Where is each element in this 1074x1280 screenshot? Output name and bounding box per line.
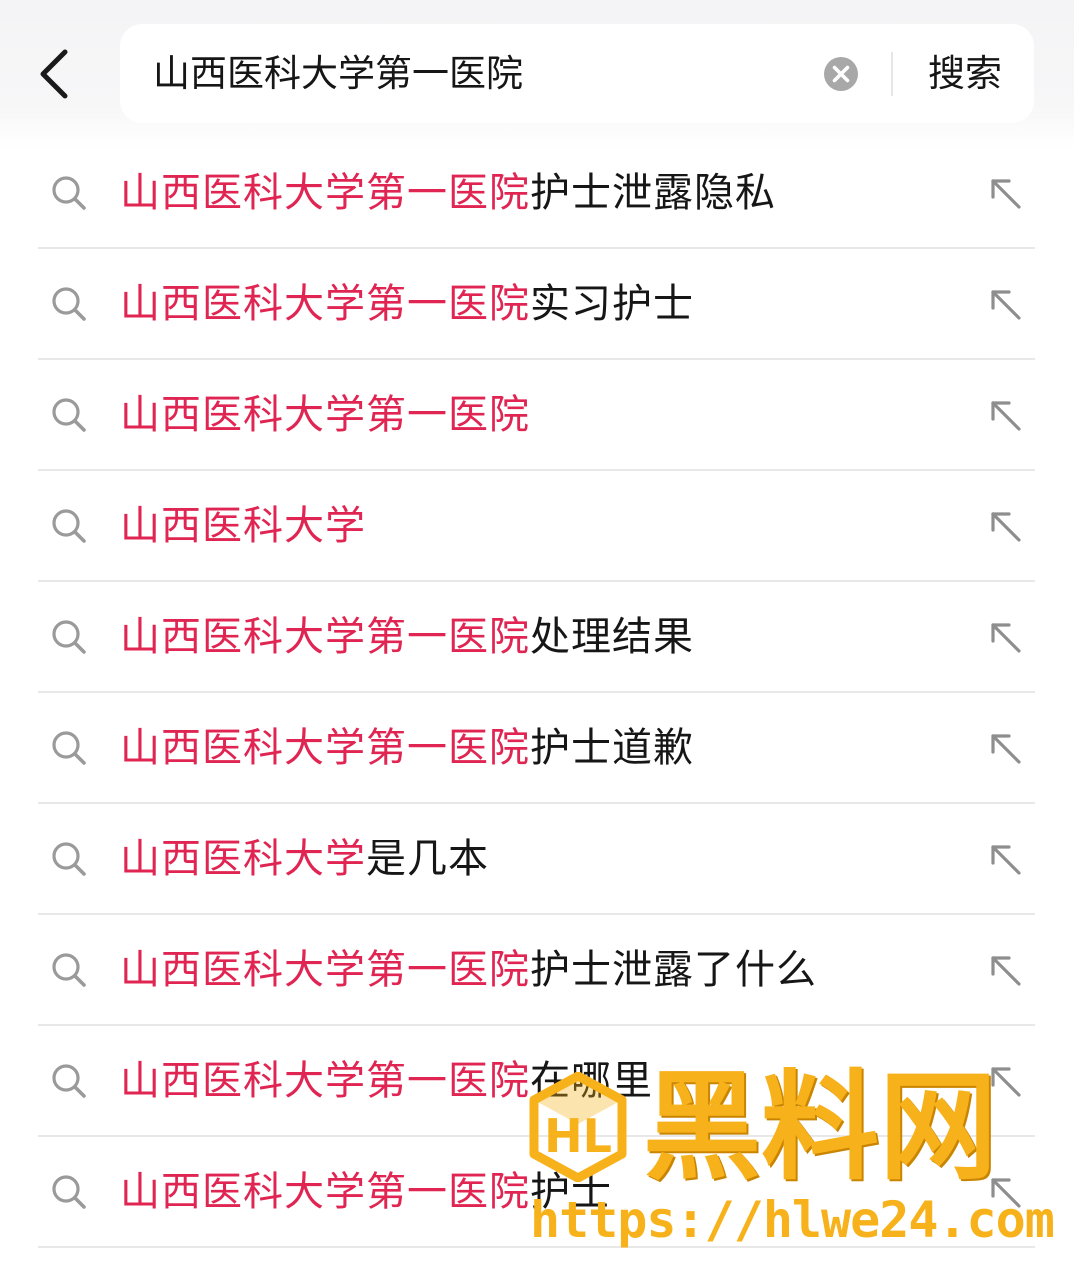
search-icon — [52, 176, 86, 210]
suggestion-highlight: 山西医科大学 — [120, 503, 366, 549]
arrow-up-left-icon[interactable] — [985, 839, 1025, 879]
search-header: 山西医科大学第一医院 搜索 — [0, 0, 1074, 150]
suggestion-highlight: 山西医科大学第一医院 — [120, 1058, 530, 1104]
arrow-up-left-icon[interactable] — [985, 950, 1025, 990]
arrow-up-left-icon[interactable] — [985, 1061, 1025, 1101]
suggestion-rest: 护士 — [530, 1169, 612, 1215]
suggestion-list: 山西医科大学第一医院护士泄露隐私 山西医科大学第一医院实习护士 山西医科大学第一… — [0, 138, 1074, 1248]
arrow-up-left-icon[interactable] — [985, 173, 1025, 213]
search-icon — [52, 620, 86, 654]
suggestion-highlight: 山西医科大学第一医院 — [120, 725, 530, 771]
suggestion-highlight: 山西医科大学第一医院 — [120, 614, 530, 660]
suggestion-text: 山西医科大学第一医院护士 — [120, 1137, 960, 1247]
suggestion-text: 山西医科大学第一医院实习护士 — [120, 249, 960, 359]
suggestion-rest: 护士道歉 — [530, 725, 694, 771]
suggestion-item[interactable]: 山西医科大学第一医院护士泄露了什么 — [0, 915, 1074, 1026]
suggestion-text: 山西医科大学是几本 — [120, 804, 960, 914]
arrow-up-left-icon[interactable] — [985, 395, 1025, 435]
suggestion-rest: 处理结果 — [530, 614, 694, 660]
search-divider — [891, 52, 893, 96]
suggestion-highlight: 山西医科大学 — [120, 836, 366, 882]
suggestion-highlight: 山西医科大学第一医院 — [120, 392, 530, 438]
suggestion-item[interactable]: 山西医科大学 — [0, 471, 1074, 582]
suggestion-item[interactable]: 山西医科大学第一医院在哪里 — [0, 1026, 1074, 1137]
search-icon — [52, 842, 86, 876]
suggestion-rest: 是几本 — [366, 836, 489, 882]
suggestion-item[interactable]: 山西医科大学是几本 — [0, 804, 1074, 915]
suggestion-item[interactable]: 山西医科大学第一医院护士 — [0, 1137, 1074, 1248]
search-icon — [52, 398, 86, 432]
suggestion-item[interactable]: 山西医科大学第一医院护士泄露隐私 — [0, 138, 1074, 249]
back-button[interactable] — [20, 36, 90, 112]
arrow-up-left-icon[interactable] — [985, 617, 1025, 657]
suggestion-text: 山西医科大学第一医院在哪里 — [120, 1026, 960, 1136]
search-icon — [52, 509, 86, 543]
search-icon — [52, 287, 86, 321]
arrow-up-left-icon[interactable] — [985, 1172, 1025, 1212]
arrow-up-left-icon[interactable] — [985, 728, 1025, 768]
suggestion-item[interactable]: 山西医科大学第一医院护士道歉 — [0, 693, 1074, 804]
suggestion-text: 山西医科大学 — [120, 471, 960, 581]
clear-button[interactable] — [823, 56, 859, 92]
suggestion-item[interactable]: 山西医科大学第一医院处理结果 — [0, 582, 1074, 693]
search-button[interactable]: 搜索 — [920, 24, 1010, 123]
suggestion-rest: 护士泄露了什么 — [530, 947, 817, 993]
suggestion-highlight: 山西医科大学第一医院 — [120, 1169, 530, 1215]
suggestion-rest: 实习护士 — [530, 281, 694, 327]
suggestion-text: 山西医科大学第一医院处理结果 — [120, 582, 960, 692]
search-box: 山西医科大学第一医院 搜索 — [120, 24, 1034, 123]
suggestion-text: 山西医科大学第一医院护士泄露隐私 — [120, 138, 960, 248]
search-page: 山西医科大学第一医院 搜索 山西医科大学第一医院护士泄露隐私 山西医科大学第一医… — [0, 0, 1074, 1280]
suggestion-item[interactable]: 山西医科大学第一医院实习护士 — [0, 249, 1074, 360]
row-divider — [38, 1246, 1035, 1248]
search-icon — [52, 1064, 86, 1098]
suggestion-rest: 在哪里 — [530, 1058, 653, 1104]
suggestion-highlight: 山西医科大学第一医院 — [120, 281, 530, 327]
arrow-up-left-icon[interactable] — [985, 506, 1025, 546]
suggestion-text: 山西医科大学第一医院护士泄露了什么 — [120, 915, 960, 1025]
suggestion-highlight: 山西医科大学第一医院 — [120, 170, 530, 216]
suggestion-text: 山西医科大学第一医院护士道歉 — [120, 693, 960, 803]
search-icon — [52, 731, 86, 765]
suggestion-highlight: 山西医科大学第一医院 — [120, 947, 530, 993]
suggestion-item[interactable]: 山西医科大学第一医院 — [0, 360, 1074, 471]
suggestion-rest: 护士泄露隐私 — [530, 170, 776, 216]
clear-circle-icon — [824, 57, 858, 91]
search-icon — [52, 953, 86, 987]
search-icon — [52, 1175, 86, 1209]
search-input[interactable]: 山西医科大学第一医院 — [153, 24, 803, 123]
arrow-up-left-icon[interactable] — [985, 284, 1025, 324]
suggestion-text: 山西医科大学第一医院 — [120, 360, 960, 470]
chevron-left-icon — [40, 49, 68, 99]
